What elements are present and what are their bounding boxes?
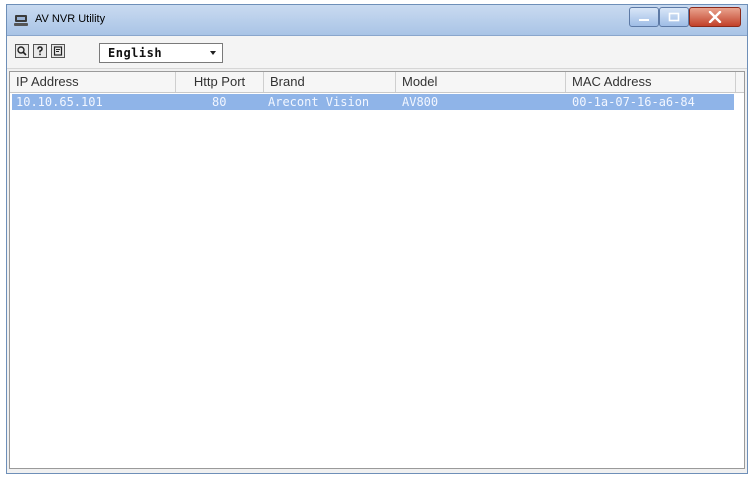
cell-http-port: 80: [212, 95, 227, 109]
search-icon[interactable]: [15, 44, 29, 58]
column-header-mac-address[interactable]: MAC Address: [566, 72, 736, 92]
column-header-ip-address[interactable]: IP Address: [10, 72, 176, 92]
help-icon[interactable]: [33, 44, 47, 58]
minimize-button[interactable]: [629, 7, 659, 27]
app-window: AV NVR Utility English IP Address Http P…: [6, 4, 748, 474]
cell-ip-address: 10.10.65.101: [16, 95, 103, 109]
minimize-icon: [639, 19, 649, 21]
window-title: AV NVR Utility: [35, 13, 106, 25]
chevron-down-icon[interactable]: [204, 44, 222, 62]
cell-mac-address: 00-1a-07-16-a6-84: [572, 95, 695, 109]
table-row[interactable]: 10.10.65.101 80 Arecont Vision AV800 00-…: [12, 94, 734, 110]
column-header-model[interactable]: Model: [396, 72, 566, 92]
device-table: IP Address Http Port Brand Model MAC Add…: [9, 71, 745, 469]
language-value: English: [108, 46, 163, 60]
info-icon[interactable]: [51, 44, 65, 58]
app-icon: [13, 13, 29, 27]
column-header-http-port[interactable]: Http Port: [176, 72, 264, 92]
maximize-icon: [668, 12, 680, 22]
language-select[interactable]: English: [99, 43, 223, 63]
table-header: IP Address Http Port Brand Model MAC Add…: [10, 72, 744, 93]
cell-brand: Arecont Vision: [268, 95, 370, 109]
close-button[interactable]: [689, 7, 741, 27]
close-icon: [708, 11, 722, 23]
title-bar[interactable]: AV NVR Utility: [7, 5, 747, 36]
toolbar: English: [7, 36, 747, 69]
maximize-button[interactable]: [659, 7, 689, 27]
column-header-brand[interactable]: Brand: [264, 72, 396, 92]
cell-model: AV800: [402, 95, 439, 109]
